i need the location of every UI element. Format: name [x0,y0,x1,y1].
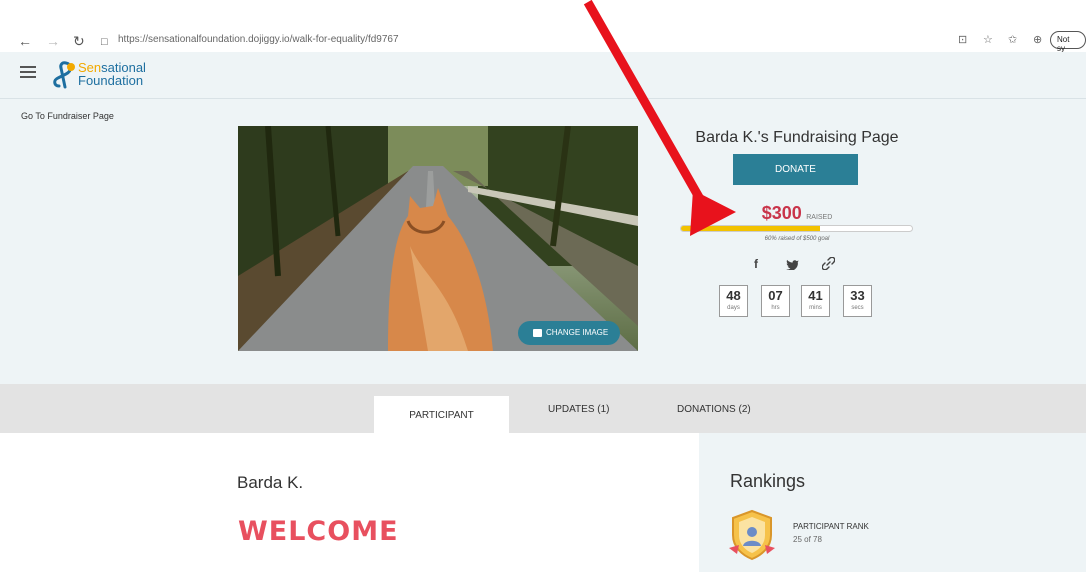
forward-arrow-icon[interactable]: → [46,32,60,50]
favorites-list-icon[interactable]: ✩ [1008,33,1017,46]
countdown-hours-value: 07 [768,288,783,303]
goal-note: 60% raised of $500 goal [764,236,830,242]
participant-rank-label: PARTICIPANT RANK [793,522,869,531]
page-info-icon[interactable]: □ [101,33,108,51]
countdown-seconds: 33 secs [843,285,872,317]
tab-updates[interactable]: UPDATES (1) [548,404,610,415]
fundraiser-hero: Go To Fundraiser Page CHANGE IMAGE Barda… [0,99,1086,384]
countdown-hours: 07 hrs [761,285,790,317]
raised-label: RAISED [806,214,833,221]
image-icon [533,329,542,337]
tab-participant[interactable]: PARTICIPANT [374,396,509,433]
facebook-icon[interactable]: f [754,257,758,271]
raised-summary: $300 RAISED [682,203,912,224]
link-icon[interactable] [822,257,835,270]
logo-text-foundation: Foundation [78,73,144,88]
address-bar[interactable]: https://sensationalfoundation.dojiggy.io… [118,34,399,45]
countdown-minutes-unit: mins [809,305,822,311]
countdown-days-value: 48 [726,288,741,303]
countdown-days: 48 days [719,285,748,317]
rank-badge-icon [729,509,775,561]
share-row: f [750,257,840,273]
donate-button[interactable]: DONATE [733,154,858,185]
menu-icon[interactable] [20,66,36,80]
welcome-graphic: WELCOME [238,516,399,547]
tab-donations[interactable]: DONATIONS (2) [677,404,751,415]
back-arrow-icon[interactable]: ← [18,32,32,50]
countdown-hours-unit: hrs [771,305,780,311]
countdown-minutes-value: 41 [808,288,823,303]
participant-rank-value: 25 of 78 [793,535,822,544]
collections-icon[interactable]: ⊕ [1033,33,1042,46]
countdown-seconds-value: 33 [850,288,865,303]
page-title: Barda K.'s Fundraising Page [695,129,899,146]
read-aloud-icon[interactable]: ⊡ [958,33,967,46]
site-header: Sensational Foundation [0,52,1086,99]
browser-toolbar: ← → ↻ □ https://sensationalfoundation.do… [0,30,1086,53]
go-to-fundraiser-link[interactable]: Go To Fundraiser Page [21,111,114,121]
progress-fill [681,226,820,231]
twitter-icon[interactable] [786,259,799,270]
countdown-minutes: 41 mins [801,285,830,317]
participant-name: Barda K. [237,473,304,492]
progress-bar [680,225,913,232]
countdown-seconds-unit: secs [851,305,864,311]
profile-button[interactable]: Not sy [1050,31,1086,53]
raised-amount: $300 [761,203,802,223]
countdown-days-unit: days [727,305,740,311]
page-root: ← → ↻ □ https://sensationalfoundation.do… [0,0,1086,572]
foundation-logo-text[interactable]: Sensational Foundation [78,61,146,87]
rankings-title: Rankings [730,471,806,491]
fundraiser-photo [238,126,638,351]
favorite-icon[interactable]: ☆ [983,33,993,46]
foundation-logo-icon[interactable] [50,59,78,89]
change-image-button[interactable]: CHANGE IMAGE [518,321,620,345]
refresh-icon[interactable]: ↻ [73,32,85,50]
change-image-label: CHANGE IMAGE [546,328,609,337]
tab-bar: PARTICIPANT UPDATES (1) DONATIONS (2) [0,384,1086,433]
